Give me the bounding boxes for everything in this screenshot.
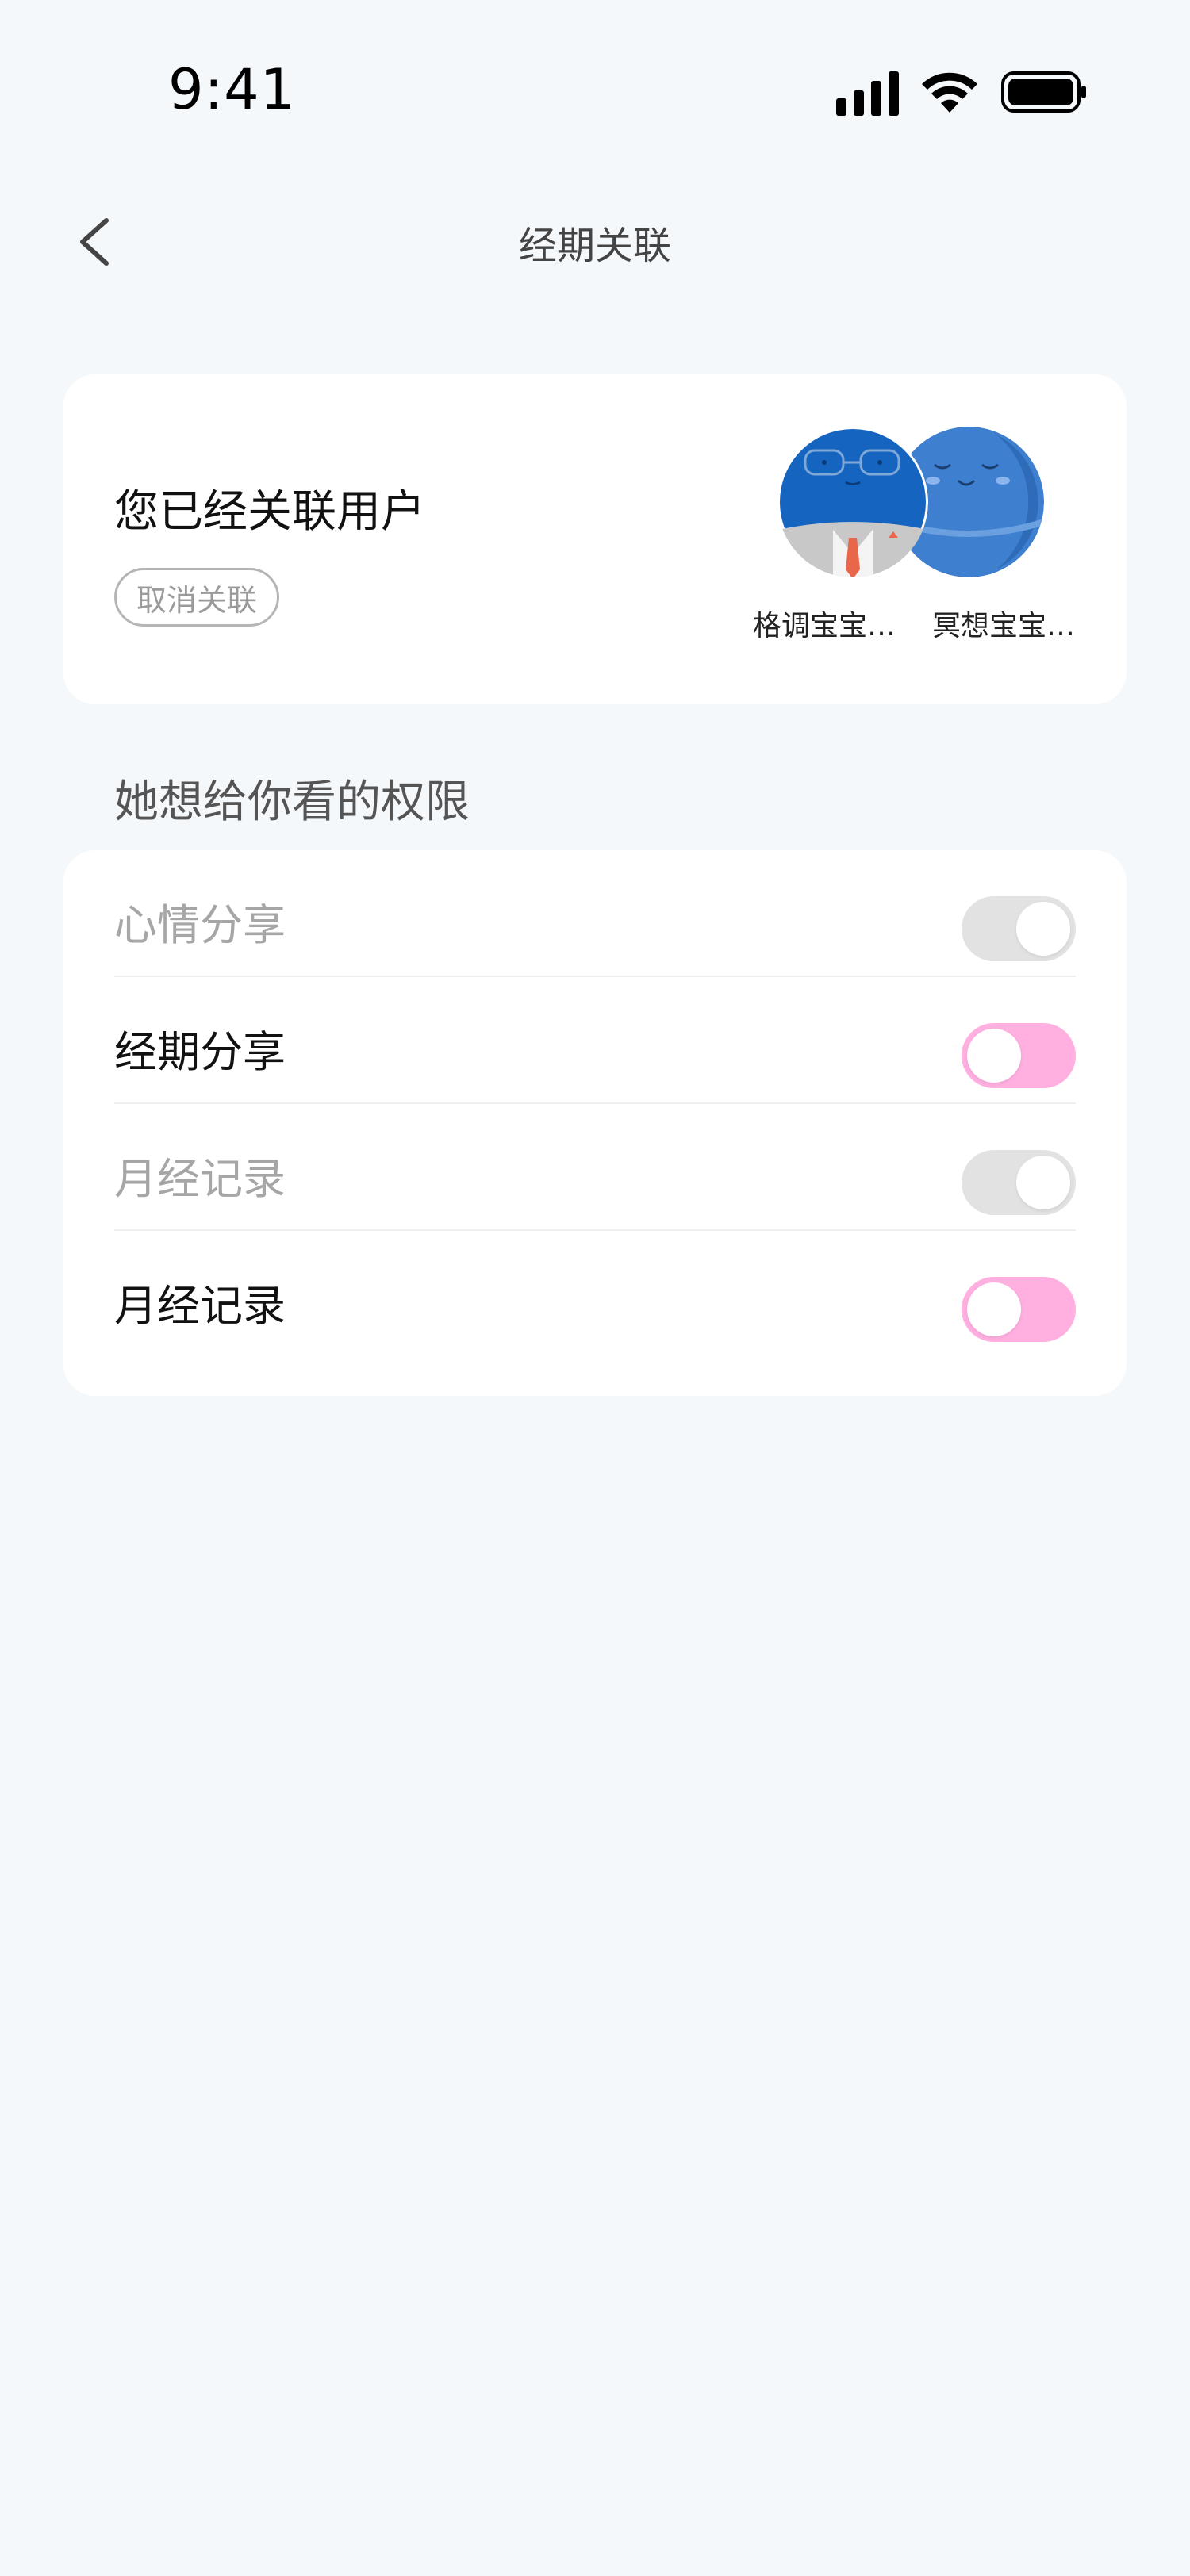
toggle-knob <box>1016 1156 1070 1209</box>
linked-status-title: 您已经关联用户 <box>114 486 425 538</box>
permission-row-menstrual-record-2: 月经记录 <box>114 1231 1076 1358</box>
page-title: 经期关联 <box>518 224 671 268</box>
menstrual-record-toggle-2[interactable] <box>962 1277 1076 1342</box>
menstrual-record-toggle[interactable] <box>962 1150 1076 1215</box>
linked-user-name: 冥想宝宝… <box>931 610 1075 642</box>
battery-icon <box>1001 71 1086 113</box>
linked-user-name: 格调宝宝… <box>752 610 896 642</box>
permission-row-mood-share: 心情分享 <box>114 850 1076 977</box>
mood-share-toggle[interactable] <box>962 896 1076 961</box>
permission-label: 月经记录 <box>114 1281 286 1331</box>
unlink-button[interactable]: 取消关联 <box>114 568 279 627</box>
permissions-card: 心情分享 经期分享 月经记录 月经记录 <box>63 850 1127 1396</box>
permissions-section-title: 她想给你看的权限 <box>114 776 470 828</box>
linked-user-card: 您已经关联用户 取消关联 格调宝宝… 冥想宝宝… <box>63 374 1127 704</box>
period-share-toggle[interactable] <box>962 1023 1076 1088</box>
permission-row-menstrual-record: 月经记录 <box>114 1104 1076 1231</box>
cellular-signal-icon <box>836 71 899 116</box>
permission-label: 月经记录 <box>114 1154 286 1204</box>
nav-bar: 经期关联 <box>0 198 1190 286</box>
toggle-knob <box>967 1029 1021 1083</box>
permission-row-period-share: 经期分享 <box>114 977 1076 1104</box>
toggle-knob <box>1016 902 1070 956</box>
status-time: 9:41 <box>168 57 297 122</box>
toggle-knob <box>967 1282 1021 1336</box>
permission-label: 心情分享 <box>114 900 286 950</box>
status-bar: 9:41 <box>0 0 1190 182</box>
permission-label: 经期分享 <box>114 1027 286 1077</box>
wifi-icon <box>922 72 977 113</box>
avatar[interactable] <box>777 427 928 577</box>
